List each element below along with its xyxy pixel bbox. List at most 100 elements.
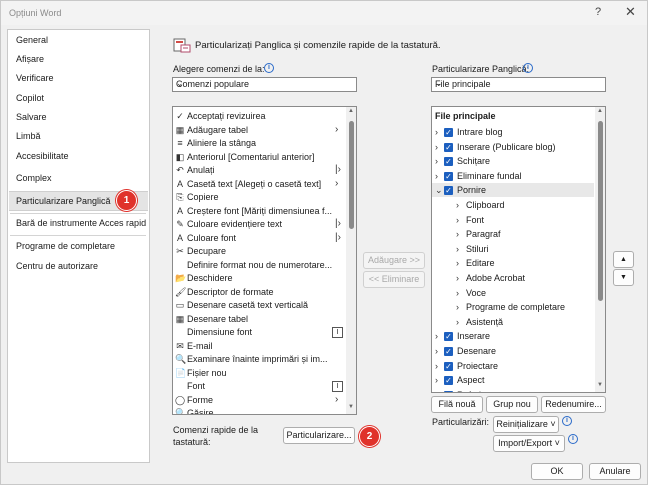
- tree-node[interactable]: › ✓ Inserare: [432, 330, 594, 344]
- nav-item-advanced[interactable]: Complex: [16, 173, 52, 183]
- remove-button[interactable]: << Eliminare: [363, 271, 425, 288]
- expand-icon[interactable]: ›: [435, 361, 438, 371]
- import-export-button[interactable]: Import/Export ˅: [493, 435, 565, 452]
- expand-icon[interactable]: ›: [435, 390, 438, 392]
- scroll-thumb[interactable]: [349, 121, 354, 229]
- tree-node[interactable]: › ✓ Schițare: [432, 155, 594, 169]
- tree-node[interactable]: › ✓ Aspect: [432, 374, 594, 388]
- move-up-button[interactable]: ▲: [613, 251, 634, 268]
- list-item[interactable]: ⎘ Copiere: [173, 190, 345, 204]
- tree-node[interactable]: › Paragraf: [432, 228, 594, 242]
- commands-scrollbar[interactable]: ▲ ▼: [346, 107, 356, 414]
- list-item[interactable]: ≡ Aliniere la stânga: [173, 136, 345, 150]
- list-item[interactable]: ◧ Anteriorul [Comentariul anterior]: [173, 150, 345, 164]
- close-button[interactable]: ✕: [625, 4, 636, 20]
- tree-node[interactable]: › ✓ Proiectare: [432, 360, 594, 374]
- new-tab-button[interactable]: Filă nouă: [431, 396, 483, 413]
- rename-button[interactable]: Redenumire...: [541, 396, 606, 413]
- list-item[interactable]: ▭ Desenare casetă text verticală: [173, 298, 345, 312]
- collapse-icon[interactable]: ⌄: [435, 185, 443, 196]
- list-item[interactable]: 🔍 Găsire: [173, 406, 345, 414]
- list-item[interactable]: Definire format nou de numerotare...: [173, 258, 345, 272]
- list-item[interactable]: 📄 Fișier nou: [173, 366, 345, 380]
- expand-icon[interactable]: ›: [435, 127, 438, 137]
- expand-icon[interactable]: ›: [456, 288, 459, 298]
- info-icon[interactable]: i: [562, 416, 572, 426]
- tree-node[interactable]: › Programe de completare: [432, 301, 594, 315]
- list-item[interactable]: ✓ Acceptați revizuirea: [173, 109, 345, 123]
- expand-icon[interactable]: ›: [456, 200, 459, 210]
- expand-icon[interactable]: ›: [456, 258, 459, 268]
- expand-icon[interactable]: ›: [435, 142, 438, 152]
- list-item[interactable]: A Casetă text [Alegeți o casetă text] ›: [173, 177, 345, 191]
- expand-icon[interactable]: ›: [456, 317, 459, 327]
- nav-item-general[interactable]: General: [16, 35, 48, 45]
- commands-list[interactable]: ✓ Acceptați revizuirea ▦ Adăugare tabel › ≡ Al…: [172, 106, 357, 415]
- list-item[interactable]: Font I: [173, 379, 345, 393]
- checkbox-checked[interactable]: ✓: [444, 332, 453, 342]
- nav-item-save[interactable]: Salvare: [16, 112, 47, 122]
- checkbox-checked[interactable]: ✓: [444, 171, 453, 181]
- ok-button[interactable]: OK: [531, 463, 583, 480]
- tree-node[interactable]: › Editare: [432, 257, 594, 271]
- expand-icon[interactable]: ›: [435, 346, 438, 356]
- checkbox-checked[interactable]: ✓: [444, 157, 453, 167]
- nav-item-copilot[interactable]: Copilot: [16, 93, 44, 103]
- expand-icon[interactable]: ›: [456, 215, 459, 225]
- nav-item-customize-ribbon[interactable]: Particularizare Panglică: [16, 196, 111, 206]
- tree-node[interactable]: › Font: [432, 214, 594, 228]
- tree-node[interactable]: › ✓ Inserare (Publicare blog): [432, 141, 594, 155]
- info-icon[interactable]: i: [264, 63, 274, 73]
- expand-icon[interactable]: ›: [435, 156, 438, 166]
- choose-commands-dropdown[interactable]: Comenzi populare ⌄: [172, 77, 357, 92]
- nav-item-add-ins[interactable]: Programe de completare: [16, 241, 115, 251]
- list-item[interactable]: ✂ Decupare: [173, 244, 345, 258]
- customize-shortcuts-button[interactable]: Particularizare...: [283, 427, 355, 444]
- help-button[interactable]: ?: [595, 6, 601, 18]
- new-group-button[interactable]: Grup nou: [486, 396, 538, 413]
- nav-item-trust-center[interactable]: Centru de autorizare: [16, 261, 98, 271]
- tree-node[interactable]: › ✓ Eliminare fundal: [432, 170, 594, 184]
- expand-icon[interactable]: ›: [435, 375, 438, 385]
- list-item[interactable]: 🔍 Examinare înainte imprimări și im...: [173, 352, 345, 366]
- list-item[interactable]: ✎ Culoare evidențiere text |›: [173, 217, 345, 231]
- customize-ribbon-dropdown[interactable]: File principale ⌄: [431, 77, 606, 92]
- checkbox-checked[interactable]: ✓: [444, 361, 453, 371]
- tree-node[interactable]: › ✓ Referințe: [432, 389, 594, 392]
- list-item[interactable]: ✉ E-mail: [173, 339, 345, 353]
- info-icon[interactable]: i: [568, 434, 578, 444]
- expand-icon[interactable]: ›: [456, 302, 459, 312]
- info-icon[interactable]: i: [523, 63, 533, 73]
- checkbox-checked[interactable]: ✓: [444, 186, 453, 196]
- ribbon-tabs-tree[interactable]: File principale › ✓ Intrare blog › ✓ Inserare…: [431, 106, 606, 393]
- list-item[interactable]: Dimensiune font I: [173, 325, 345, 339]
- tree-node[interactable]: › ✓ Intrare blog: [432, 126, 594, 140]
- checkbox-checked[interactable]: ✓: [444, 128, 453, 137]
- expand-icon[interactable]: ›: [456, 229, 459, 239]
- expand-icon[interactable]: ›: [456, 244, 459, 254]
- nav-item-proofing[interactable]: Verificare: [16, 73, 54, 83]
- checkbox-checked[interactable]: ✓: [444, 142, 453, 152]
- reset-button[interactable]: Reinițializare ˅: [493, 416, 559, 433]
- tree-node[interactable]: › Adobe Acrobat: [432, 272, 594, 286]
- tree-node[interactable]: › Stiluri: [432, 243, 594, 257]
- list-item[interactable]: ▦ Desenare tabel: [173, 312, 345, 326]
- list-item[interactable]: A Culoare font |›: [173, 231, 345, 245]
- expand-icon[interactable]: ›: [456, 273, 459, 283]
- add-button[interactable]: Adăugare >>: [363, 252, 425, 269]
- cancel-button[interactable]: Anulare: [589, 463, 641, 480]
- list-item[interactable]: 🖌 Descriptor de formate: [173, 285, 345, 299]
- tree-node[interactable]: › Asistență: [432, 316, 594, 330]
- expand-icon[interactable]: ›: [435, 331, 438, 341]
- tree-node[interactable]: › Voce: [432, 287, 594, 301]
- tree-node[interactable]: › Clipboard: [432, 199, 594, 213]
- nav-item-language[interactable]: Limbă: [16, 131, 41, 141]
- list-item[interactable]: A Creștere font [Măriți dimensiunea f...: [173, 204, 345, 218]
- scroll-thumb[interactable]: [598, 121, 603, 301]
- move-down-button[interactable]: ▼: [613, 269, 634, 286]
- tree-node[interactable]: › ✓ Desenare: [432, 345, 594, 359]
- tree-node[interactable]: ⌄ ✓ Pornire: [432, 184, 594, 198]
- checkbox-checked[interactable]: ✓: [444, 347, 453, 356]
- checkbox-checked[interactable]: ✓: [444, 376, 453, 386]
- expand-icon[interactable]: ›: [435, 171, 438, 181]
